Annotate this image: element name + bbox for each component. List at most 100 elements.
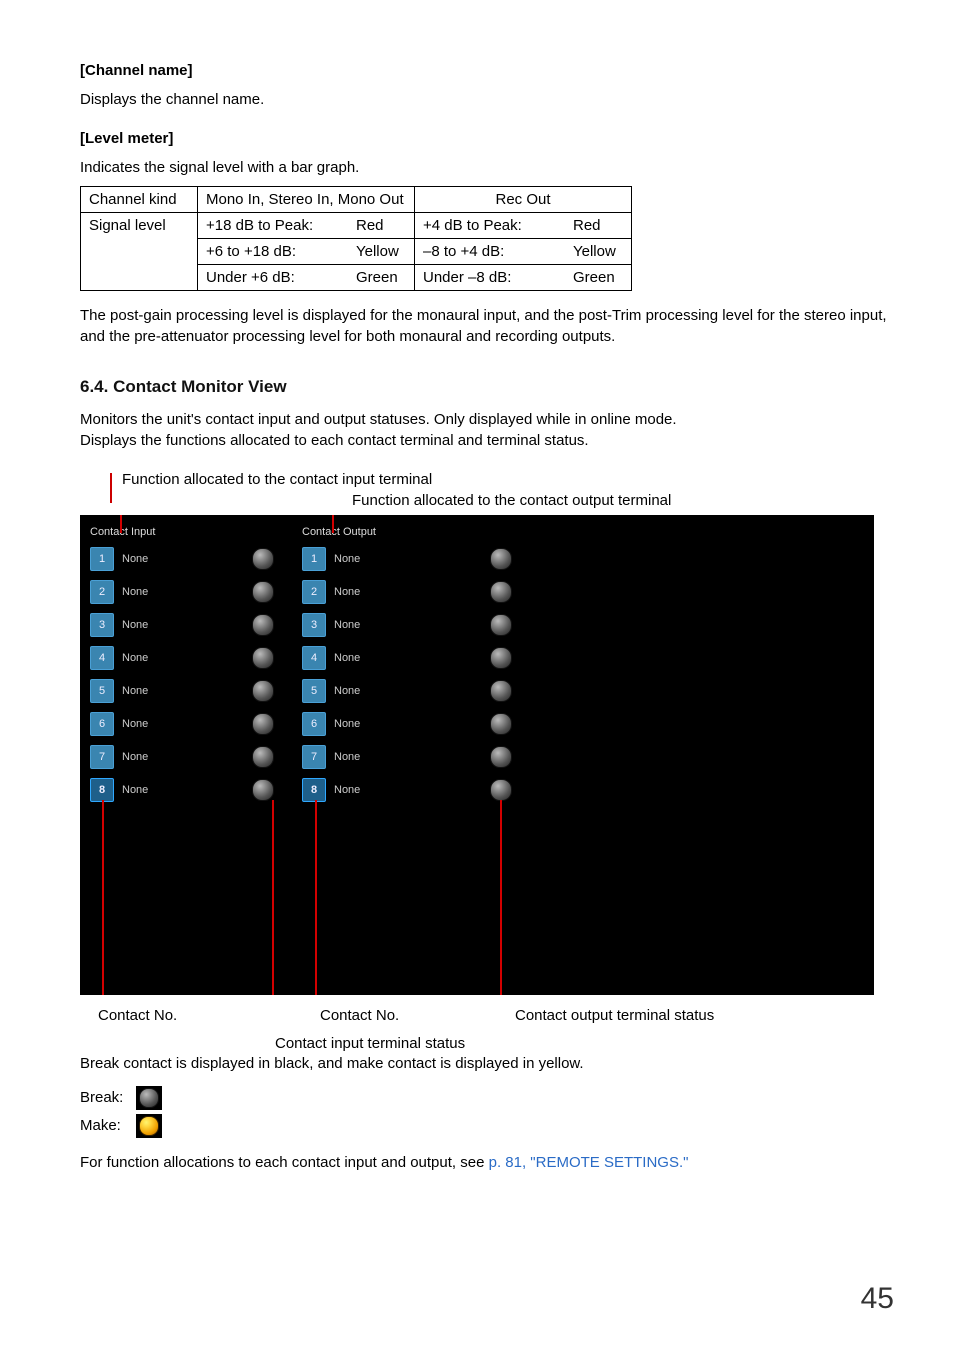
contact-monitor-screenshot: Contact Input Contact Output 1 None 2 No… [80, 515, 874, 995]
status-indicator-icon [252, 713, 274, 735]
status-indicator-icon [490, 614, 512, 636]
level-meter-heading: [Level meter] [80, 128, 894, 149]
contact-number[interactable]: 5 [90, 679, 114, 703]
contact-input-row: 7 None [90, 741, 274, 774]
contact-number[interactable]: 7 [302, 745, 326, 769]
status-indicator-icon [490, 680, 512, 702]
contact-number[interactable]: 6 [302, 712, 326, 736]
level-range: Under –8 dB: [423, 267, 567, 288]
level-range: –8 to +4 dB: [423, 241, 567, 262]
contact-output-row: 1 None [302, 543, 454, 576]
contact-output-row: 5 None [302, 675, 454, 708]
contact-function: None [334, 717, 454, 732]
contact-number[interactable]: 6 [90, 712, 114, 736]
contact-output-row: 8 None [302, 774, 454, 807]
contact-function: None [334, 585, 454, 600]
top-callouts: Function allocated to the contact input … [80, 469, 894, 511]
status-indicator-icon [490, 779, 512, 801]
status-indicator-icon [490, 713, 512, 735]
legend-make-swatch [136, 1114, 162, 1138]
contact-number[interactable]: 1 [302, 547, 326, 571]
leader-line [315, 800, 317, 995]
table-cell: +4 dB to Peak: Red [415, 213, 632, 239]
level-table: Channel kind Mono In, Stereo In, Mono Ou… [80, 186, 632, 291]
legend-break-label: Break: [80, 1087, 128, 1108]
callout-input-func: Function allocated to the contact input … [122, 469, 894, 490]
contact-output-row: 4 None [302, 642, 454, 675]
caption-output-status: Contact output terminal status [515, 1005, 714, 1026]
contact-output-row: 6 None [302, 708, 454, 741]
post-table-para: The post-gain processing level is displa… [80, 305, 894, 347]
level-color: Yellow [567, 241, 623, 262]
level-color: Yellow [350, 241, 406, 262]
contact-output-row: 2 None [302, 576, 454, 609]
contact-function: None [122, 783, 242, 798]
leader-line [332, 515, 334, 533]
leader-line [272, 800, 274, 995]
level-range: Under +6 dB: [206, 267, 350, 288]
contact-function: None [334, 783, 454, 798]
contact-input-row: 5 None [90, 675, 274, 708]
status-indicator-icon [252, 581, 274, 603]
output-status-column [490, 543, 512, 807]
caption-contact-no-in: Contact No. [98, 1005, 177, 1026]
leader-line [500, 800, 502, 995]
level-color: Green [350, 267, 406, 288]
make-dot-icon [139, 1116, 159, 1136]
contact-input-row: 2 None [90, 576, 274, 609]
contact-input-list: 1 None 2 None 3 None 4 None 5 None [90, 543, 274, 807]
contact-number[interactable]: 5 [302, 679, 326, 703]
contact-number[interactable]: 3 [90, 613, 114, 637]
contact-output-row: 7 None [302, 741, 454, 774]
remote-settings-link[interactable]: p. 81, "REMOTE SETTINGS." [489, 1154, 689, 1171]
caption-contact-no-out: Contact No. [320, 1005, 399, 1026]
callout-output-func: Function allocated to the contact output… [122, 490, 894, 511]
contact-number[interactable]: 8 [90, 778, 114, 802]
contact-function: None [122, 651, 242, 666]
channel-name-heading: [Channel name] [80, 60, 894, 81]
section-6-4-p2: Displays the functions allocated to each… [80, 430, 894, 451]
status-indicator-icon [252, 746, 274, 768]
table-cell: +6 to +18 dB: Yellow [198, 239, 415, 265]
contact-function: None [334, 750, 454, 765]
table-cell: Mono In, Stereo In, Mono Out [198, 187, 415, 213]
leader-line [120, 515, 122, 533]
level-color: Red [350, 215, 406, 236]
contact-number[interactable]: 1 [90, 547, 114, 571]
contact-function: None [334, 618, 454, 633]
contact-number[interactable]: 8 [302, 778, 326, 802]
level-color: Red [567, 215, 623, 236]
level-meter-desc: Indicates the signal level with a bar gr… [80, 157, 894, 178]
contact-function: None [334, 684, 454, 699]
contact-number[interactable]: 4 [90, 646, 114, 670]
contact-number[interactable]: 7 [90, 745, 114, 769]
contact-function: None [122, 618, 242, 633]
contact-input-row: 4 None [90, 642, 274, 675]
contact-number[interactable]: 3 [302, 613, 326, 637]
status-indicator-icon [252, 647, 274, 669]
contact-input-row: 3 None [90, 609, 274, 642]
level-range: +6 to +18 dB: [206, 241, 350, 262]
contact-number[interactable]: 4 [302, 646, 326, 670]
table-cell: –8 to +4 dB: Yellow [415, 239, 632, 265]
contact-output-row: 3 None [302, 609, 454, 642]
document-page: [Channel name] Displays the channel name… [0, 0, 954, 1350]
leader-line [102, 800, 104, 995]
table-cell: Signal level [81, 213, 198, 291]
contact-input-row: 1 None [90, 543, 274, 576]
contact-function: None [122, 684, 242, 699]
legend-make-label: Make: [80, 1115, 128, 1136]
contact-number[interactable]: 2 [302, 580, 326, 604]
level-range: +18 dB to Peak: [206, 215, 350, 236]
legend-break-row: Break: [80, 1086, 894, 1110]
page-number: 45 [861, 1278, 894, 1320]
legend-make-row: Make: [80, 1114, 894, 1138]
break-make-desc: Break contact is displayed in black, and… [80, 1053, 894, 1074]
table-cell: Under –8 dB: Green [415, 265, 632, 291]
contact-number[interactable]: 2 [90, 580, 114, 604]
status-indicator-icon [252, 680, 274, 702]
contact-input-title: Contact Input [90, 525, 155, 540]
contact-function: None [122, 717, 242, 732]
contact-function: None [122, 552, 242, 567]
contact-function: None [122, 585, 242, 600]
